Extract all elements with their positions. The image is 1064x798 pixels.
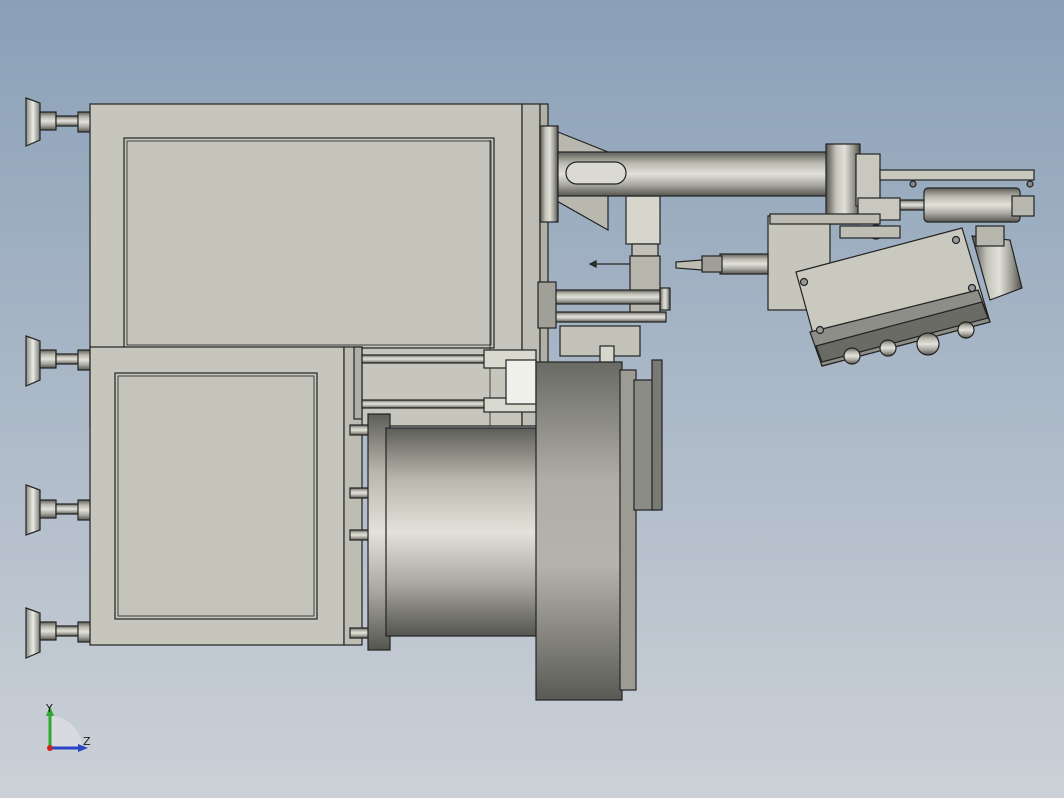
triad-y-label: Y <box>45 702 53 715</box>
triad-z-label: Z <box>83 735 91 748</box>
cad-viewport[interactable]: Y Z <box>0 0 1064 798</box>
lower-cabinet[interactable] <box>89 346 363 646</box>
x-axis-dot-icon <box>47 745 53 751</box>
